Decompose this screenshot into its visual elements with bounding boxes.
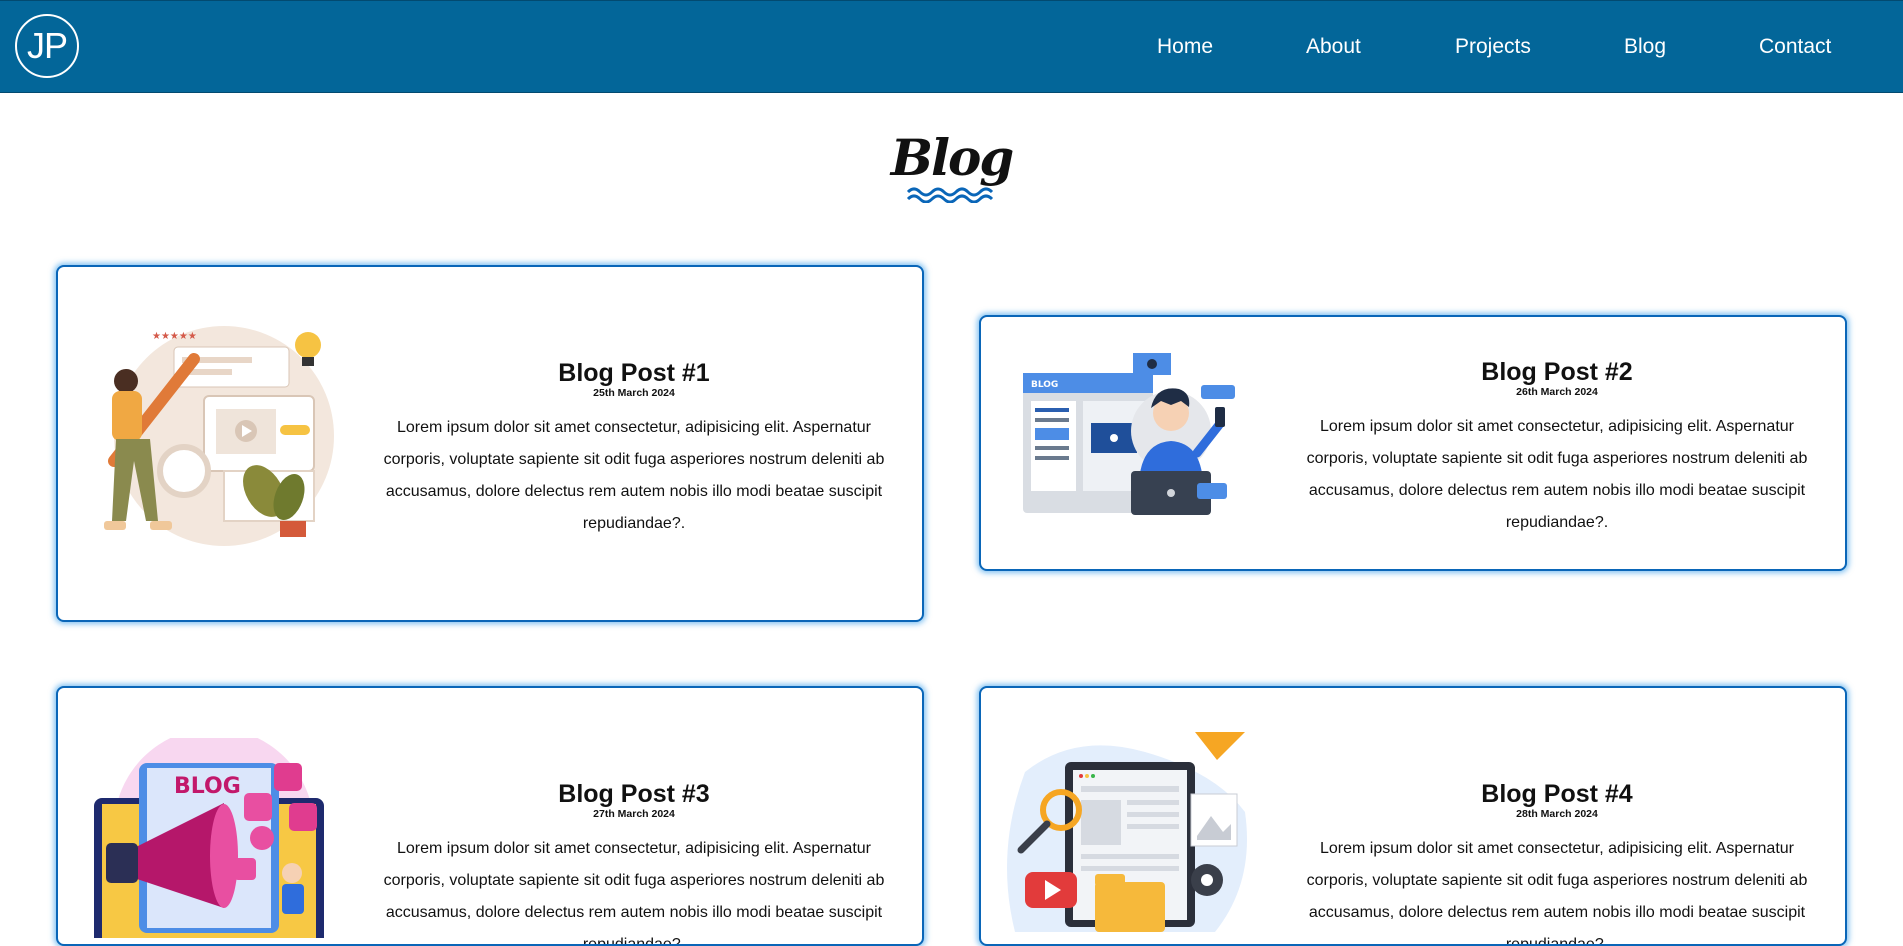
image-badge: BLOG [174,774,241,799]
writer-illustration: ★★★★★ [104,326,334,546]
blog-post-title[interactable]: Blog Post #3 [374,780,894,808]
svg-text:★★★★★: ★★★★★ [152,331,197,342]
blog-card[interactable]: ★★★★★ Blog Post #1 25th March 2024 Lorem… [56,265,924,622]
blog-post-date: 25th March 2024 [593,387,675,399]
blog-post-excerpt: Lorem ipsum dolor sit amet consectetur, … [1306,840,1808,946]
logo[interactable]: JP [15,14,79,78]
blog-post-excerpt: Lorem ipsum dolor sit amet consectetur, … [383,419,885,532]
web-content-illustration [1007,732,1247,932]
page-title: Blog [890,128,1015,187]
navbar: JP Home About Projects Blog Contact [0,0,1903,93]
nav-home[interactable]: Home [1157,35,1213,59]
blog-card-content: Blog Post #2 26th March 2024 Lorem ipsum… [1297,358,1817,539]
blog-card-content: Blog Post #1 25th March 2024 Lorem ipsum… [374,359,894,540]
blog-post-title[interactable]: Blog Post #1 [374,359,894,387]
blog-card[interactable]: Blog Post #4 28th March 2024 Lorem ipsum… [979,686,1847,946]
megaphone-blog-illustration: BLOG [94,738,324,938]
blog-card-content: Blog Post #3 27th March 2024 Lorem ipsum… [374,780,894,946]
blog-post-title[interactable]: Blog Post #2 [1297,358,1817,386]
blog-card[interactable]: BLOG Blog Post #3 27th March 2024 Lorem … [56,686,924,946]
nav-about[interactable]: About [1306,35,1361,59]
blog-post-date: 26th March 2024 [1516,386,1598,398]
title-underline-wave [906,187,994,203]
blog-post-title[interactable]: Blog Post #4 [1297,780,1817,808]
nav-contact[interactable]: Contact [1759,35,1831,59]
blog-post-excerpt: Lorem ipsum dolor sit amet consectetur, … [383,840,885,946]
blog-post-date: 28th March 2024 [1516,808,1598,820]
blog-post-date: 27th March 2024 [593,808,675,820]
blog-card[interactable]: BLOG Blog Post #2 26th March 2024 Lorem … [979,315,1847,571]
nav-projects[interactable]: Projects [1455,35,1531,59]
blogger-laptop-illustration: BLOG [1023,353,1235,515]
blog-card-content: Blog Post #4 28th March 2024 Lorem ipsum… [1297,780,1817,946]
blog-post-excerpt: Lorem ipsum dolor sit amet consectetur, … [1306,418,1808,531]
image-badge: BLOG [1031,380,1058,390]
nav-blog[interactable]: Blog [1624,35,1666,59]
